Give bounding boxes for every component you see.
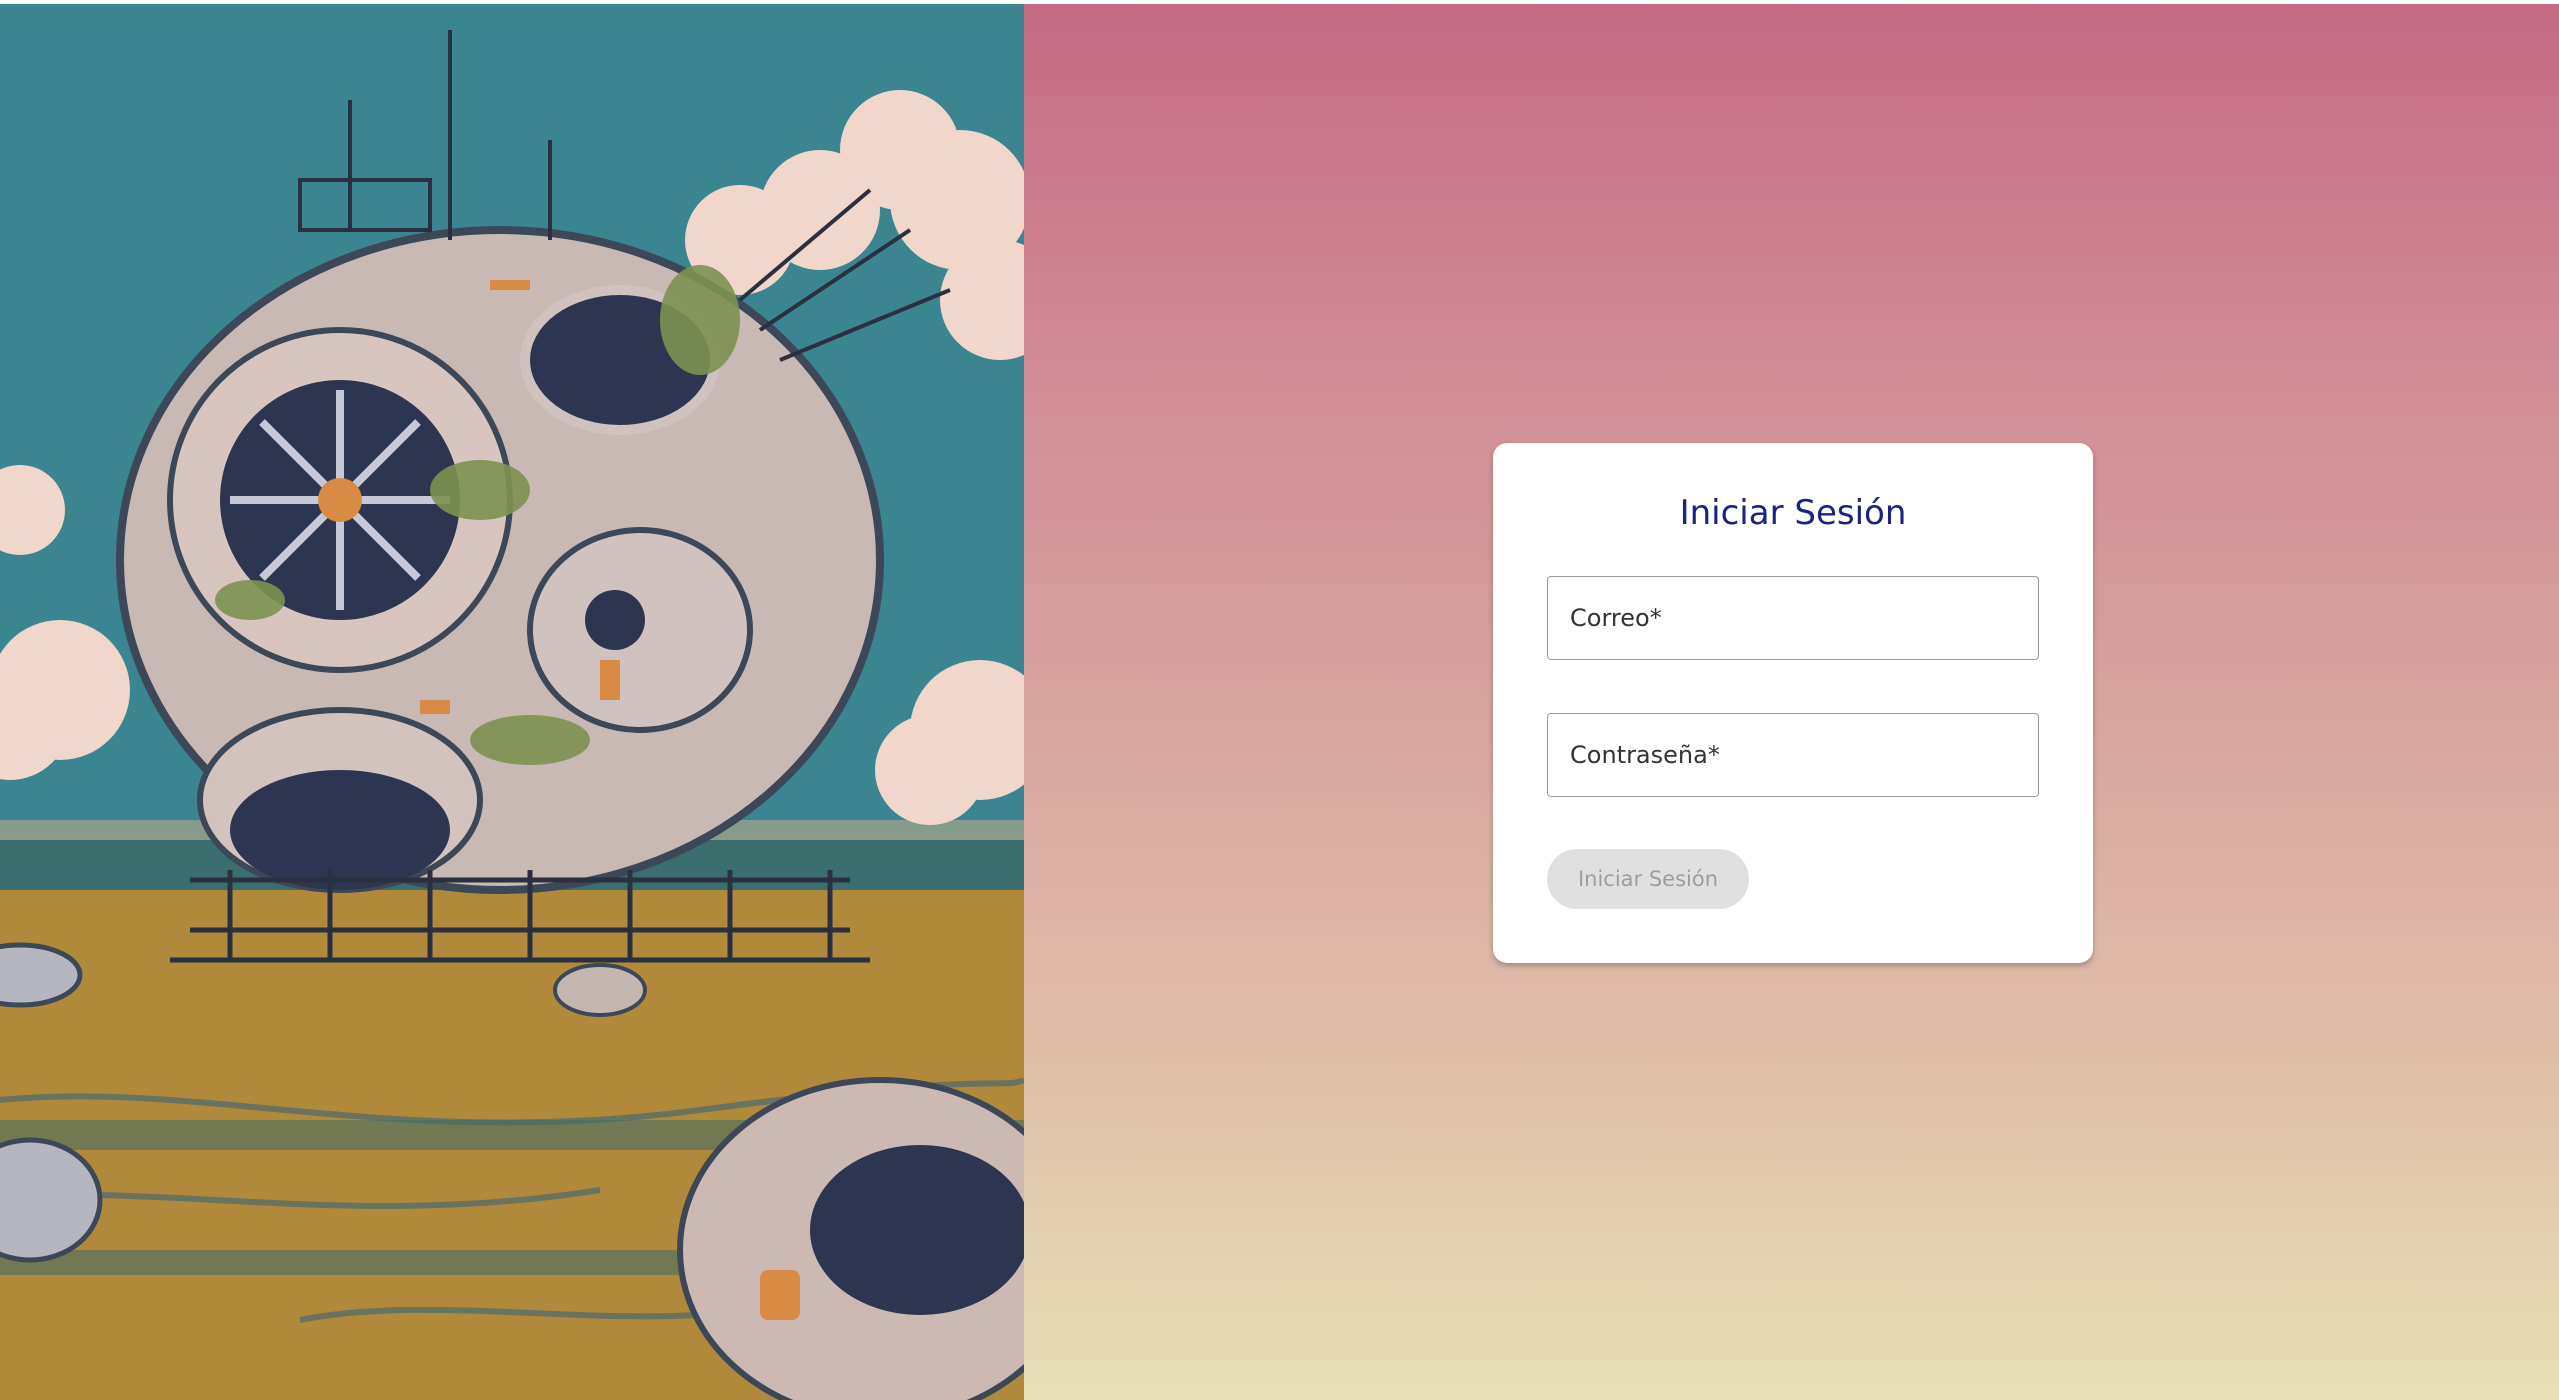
login-background: Iniciar Sesión Correo* Contraseña* Inici…: [1024, 0, 2559, 1400]
top-border: [0, 0, 2559, 4]
password-field[interactable]: Contraseña*: [1547, 713, 2042, 798]
login-card: Iniciar Sesión Correo* Contraseña* Inici…: [1493, 443, 2093, 963]
login-button[interactable]: Iniciar Sesión: [1547, 849, 1749, 909]
hero-illustration: [0, 0, 1024, 1400]
hero-illustration-art: [0, 0, 1024, 1400]
email-input[interactable]: [1548, 577, 2042, 661]
login-page: Iniciar Sesión Correo* Contraseña* Inici…: [0, 0, 2559, 1400]
login-title: Iniciar Sesión: [1679, 493, 1907, 533]
password-input[interactable]: [1548, 714, 2042, 798]
email-field[interactable]: Correo*: [1547, 576, 2042, 661]
